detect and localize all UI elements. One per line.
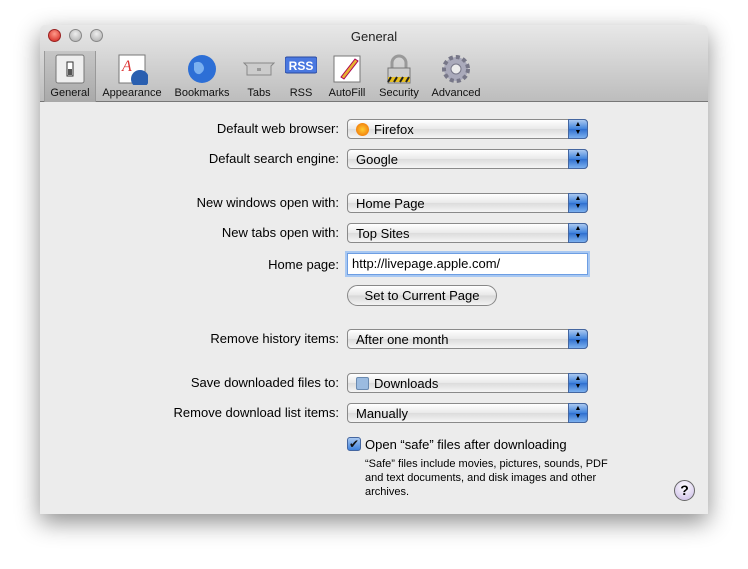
remove-downloads-label: Remove download list items:: [173, 405, 339, 420]
appearance-icon: A: [116, 53, 149, 88]
tab-general[interactable]: General: [44, 51, 96, 102]
chevron-updown-icon: ▲ ▼: [568, 223, 588, 243]
tabs-icon: [242, 53, 276, 85]
new-tabs-label: New tabs open with:: [221, 225, 339, 240]
title-toolbar: General General A Appearance Bookmarks T…: [40, 25, 708, 102]
open-safe-files-label[interactable]: Open “safe” files after downloading: [365, 437, 567, 452]
search-engine-label: Default search engine:: [208, 151, 339, 166]
chevron-updown-icon: ▲ ▼: [568, 373, 588, 393]
preferences-window: General General A Appearance Bookmarks T…: [40, 25, 708, 514]
home-page-input[interactable]: http://livepage.apple.com/: [347, 253, 588, 275]
window-title: General: [350, 29, 398, 44]
tab-appearance[interactable]: A Appearance: [98, 51, 166, 102]
chevron-updown-icon: ▲ ▼: [568, 193, 588, 213]
tab-rss[interactable]: RSS RSS: [283, 51, 319, 102]
set-to-current-page-button[interactable]: Set to Current Page: [347, 285, 497, 306]
new-windows-label: New windows open with:: [196, 195, 339, 210]
chevron-updown-icon: ▲ ▼: [568, 119, 588, 139]
search-engine-select[interactable]: Google ▲ ▼: [347, 149, 588, 169]
rss-icon: RSS: [284, 53, 318, 85]
tab-bookmarks[interactable]: Bookmarks: [170, 51, 234, 102]
remove-downloads-select[interactable]: Manually ▲ ▼: [347, 403, 588, 423]
svg-text:RSS: RSS: [289, 59, 314, 73]
gear-icon: [440, 53, 472, 85]
lock-icon: [383, 53, 415, 85]
tab-autofill[interactable]: AutoFill: [324, 51, 370, 102]
default-browser-select[interactable]: Firefox ▲ ▼: [347, 119, 588, 139]
tab-security[interactable]: Security: [374, 51, 424, 102]
folder-icon: [356, 377, 369, 390]
home-page-label: Home page:: [268, 257, 339, 272]
open-safe-files-checkbox[interactable]: ✔: [347, 437, 361, 451]
tab-advanced[interactable]: Advanced: [428, 51, 484, 102]
save-downloads-select[interactable]: Downloads ▲ ▼: [347, 373, 588, 393]
firefox-icon: [356, 123, 369, 136]
globe-icon: [186, 53, 218, 85]
tab-tabs[interactable]: Tabs: [240, 51, 278, 102]
default-browser-label: Default web browser:: [216, 121, 339, 136]
save-downloads-label: Save downloaded files to:: [190, 375, 339, 390]
new-windows-select[interactable]: Home Page ▲ ▼: [347, 193, 588, 213]
remove-history-select[interactable]: After one month ▲ ▼: [347, 329, 588, 349]
help-button[interactable]: ?: [674, 480, 695, 501]
chevron-updown-icon: ▲ ▼: [568, 149, 588, 169]
new-tabs-select[interactable]: Top Sites ▲ ▼: [347, 223, 588, 243]
chevron-updown-icon: ▲ ▼: [568, 329, 588, 349]
safe-files-note: “Safe” files include movies, pictures, s…: [365, 458, 608, 498]
pencil-icon: [331, 53, 363, 85]
svg-text:A: A: [121, 58, 132, 75]
remove-history-label: Remove history items:: [210, 331, 339, 346]
chevron-updown-icon: ▲ ▼: [568, 403, 588, 423]
switch-icon: [54, 53, 86, 85]
